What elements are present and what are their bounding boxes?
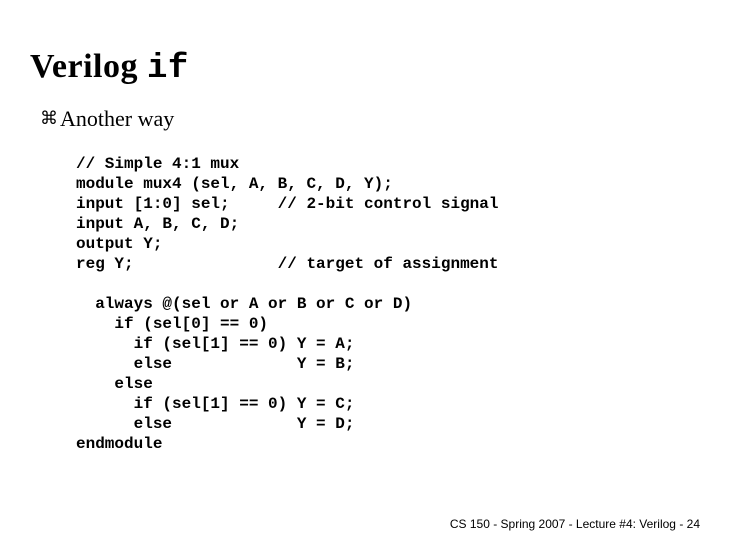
slide-footer: CS 150 - Spring 2007 - Lecture #4: Veril… [450,517,700,531]
subtitle-row: ⌘Another way [38,106,700,132]
subtitle-text: Another way [60,106,174,131]
title-text: Verilog [30,48,147,85]
code-block: // Simple 4:1 mux module mux4 (sel, A, B… [76,154,700,454]
title-code: if [147,50,189,88]
bullet-icon: ⌘ [38,108,60,129]
slide: Verilog if ⌘Another way // Simple 4:1 mu… [0,0,730,547]
slide-title: Verilog if [30,48,700,88]
